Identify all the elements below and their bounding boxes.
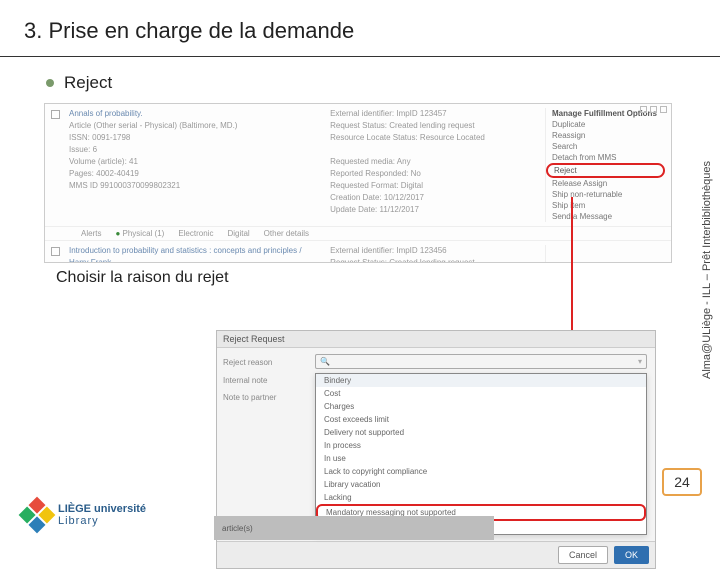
opt-cost[interactable]: Cost [316,387,646,400]
action-msg[interactable]: Send a Message [546,211,665,222]
ok-button[interactable]: OK [614,546,649,564]
page-number-text: 24 [674,474,690,490]
opt-vacation[interactable]: Library vacation [316,478,646,491]
item2-title[interactable]: Introduction to probability and statisti… [69,245,322,263]
item1-title[interactable]: Annals of probability. [69,108,322,120]
action-nonret[interactable]: Ship non-returnable [546,189,665,200]
item1-media: Requested media: Any [330,156,541,168]
bullet-dot-icon [46,79,54,87]
opt-bindery[interactable]: Bindery [316,374,646,387]
item1-issue: Issue: 6 [69,144,322,156]
slide-title-text: 3. Prise en charge de la demande [24,18,354,43]
item1-issn: ISSN: 0091-1798 [69,132,322,144]
action-search[interactable]: Search [546,141,665,152]
tab-electronic[interactable]: Electronic [178,229,213,238]
logo-sub: Library [58,515,146,527]
slide-title: 3. Prise en charge de la demande [0,0,720,57]
tab-other[interactable]: Other details [264,229,309,238]
row-checkbox[interactable] [51,110,60,119]
item1-volume: Volume (article): 41 [69,156,322,168]
gray-strip-text: article(s) [222,524,253,533]
gray-strip: article(s) [214,516,494,540]
dialog-title: Reject Request [217,331,655,348]
action-ship[interactable]: Ship item [546,200,665,211]
opt-inprocess[interactable]: In process [316,439,646,452]
cancel-button[interactable]: Cancel [558,546,608,564]
row2-checkbox[interactable] [51,247,60,256]
item-tabs: Alerts Physical (1) Electronic Digital O… [45,226,671,241]
opt-cost-limit[interactable]: Cost exceeds limit [316,413,646,426]
footer-logo: LIÈGE université Library [24,502,146,528]
item1-creation: Creation Date: 10/12/2017 [330,192,541,204]
bullet-text: Reject [64,73,112,93]
logo-mark-icon [19,497,56,534]
tab-physical[interactable]: Physical (1) [115,229,164,238]
item2-status: Request Status: Created lending request [330,257,541,263]
item1-update: Update Date: 11/12/2017 [330,204,541,216]
search-icon: 🔍 [320,357,330,366]
opt-delivery[interactable]: Delivery not supported [316,426,646,439]
opt-copyright[interactable]: Lack to copyright compliance [316,465,646,478]
label-internal: Internal note [223,372,301,390]
action-duplicate[interactable]: Duplicate [546,119,665,130]
action-reassign[interactable]: Reassign [546,130,665,141]
label-note: Note to partner [223,389,301,407]
reason-search-input[interactable]: 🔍 ▾ [315,354,647,369]
opt-inuse[interactable]: In use [316,452,646,465]
tab-digital[interactable]: Digital [227,229,249,238]
caption-label: Choisir la raison du rejet [56,269,229,286]
item1-extid: External identifier: ImpID 123457 [330,108,541,120]
item2-extid: External identifier: ImpID 123456 [330,245,541,257]
item1-locate: Resource Locate Status: Resource Located [330,132,541,144]
reason-dropdown[interactable]: Bindery Cost Charges Cost exceeds limit … [315,373,647,535]
item1-format: Requested Format: Digital [330,180,541,192]
action-release[interactable]: Release Assign [546,178,665,189]
vertical-label: Alma@ULiège - ILL – Prêt Interbibliothèq… [700,100,714,440]
action-detach[interactable]: Detach from MMS [546,152,665,163]
item1-resp: Reported Responded: No [330,168,541,180]
window-controls [640,106,667,113]
opt-lacking[interactable]: Lacking [316,491,646,504]
page-number: 24 [662,468,702,496]
caption-text: Choisir la raison du rejet [0,269,720,287]
item1-mms: MMS ID 991000370099802321 [69,180,322,192]
logo-main: LIÈGE université [58,503,146,515]
red-arrow-icon [571,197,573,337]
bullet-row: Reject [0,57,720,103]
item1-subtitle: Article (Other serial - Physical) (Balti… [69,120,322,132]
alma-list-screenshot: Annals of probability. Article (Other se… [44,103,672,263]
vertical-label-text: Alma@ULiège - ILL – Prêt Interbibliothèq… [701,161,713,379]
label-reason: Reject reason [223,354,301,372]
action-reject[interactable]: Reject [546,163,665,178]
chevron-down-icon: ▾ [638,357,642,366]
item1-pages: Pages: 4002-40419 [69,168,322,180]
tab-alerts[interactable]: Alerts [81,229,101,238]
opt-charges[interactable]: Charges [316,400,646,413]
item1-status: Request Status: Created lending request [330,120,541,132]
